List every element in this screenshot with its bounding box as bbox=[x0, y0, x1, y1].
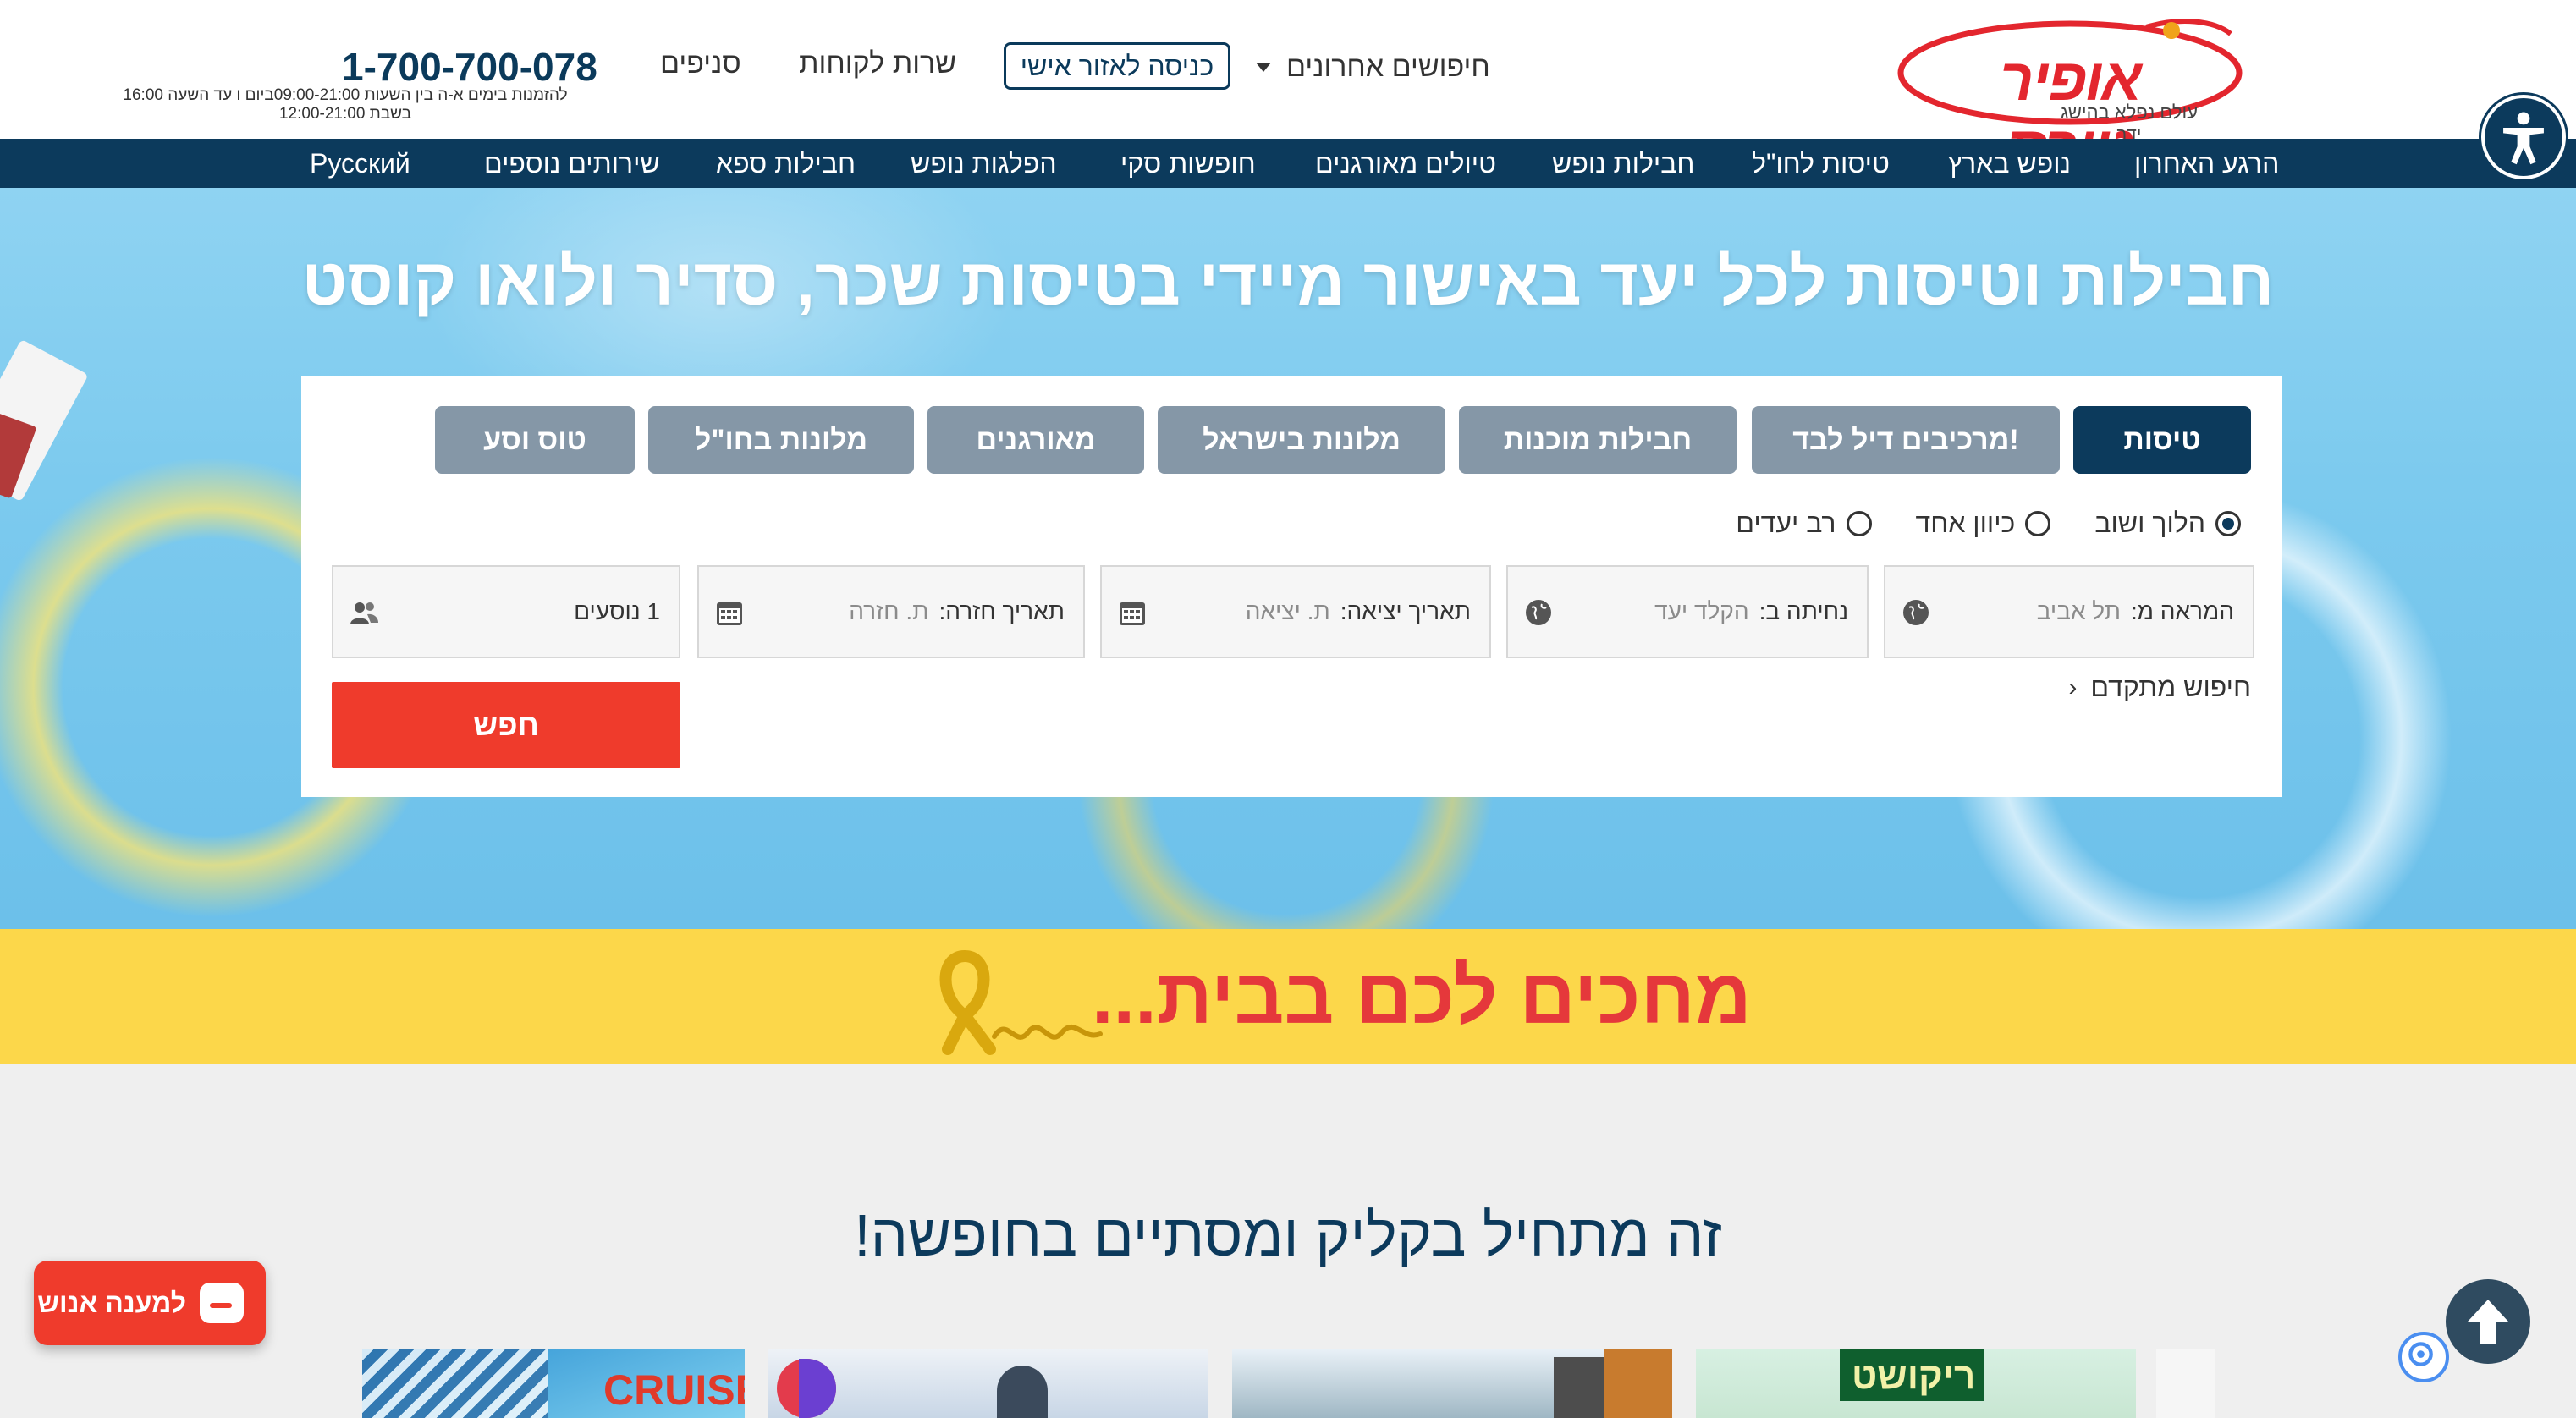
house-image bbox=[1554, 1357, 1604, 1418]
depart-date-field[interactable]: תאריך יציאה: ת. יציאה bbox=[1100, 565, 1491, 658]
passengers-value: 1 נוסעים bbox=[574, 598, 660, 624]
phone-number[interactable]: 1-700-700-078 bbox=[342, 44, 597, 90]
tab-abroad-hotels[interactable]: מלונות בחו"ל bbox=[648, 406, 914, 474]
nav-item-tours[interactable]: טיולים מאורגנים bbox=[1315, 148, 1496, 179]
tab-organized[interactable]: מאורגנים bbox=[927, 406, 1144, 474]
nav-item-more-services[interactable]: שירותים נוספים bbox=[484, 148, 660, 179]
destination-placeholder: הקלד יעד bbox=[1654, 598, 1749, 624]
chevron-down-icon bbox=[1256, 62, 1271, 72]
radio-icon[interactable] bbox=[1846, 510, 1872, 536]
section-title: זה מתחיל בקליק ומסתיים בחופשה! bbox=[854, 1202, 1722, 1268]
nav-item-flights[interactable]: טיסות לחו"ל bbox=[1752, 148, 1890, 179]
advanced-search-link[interactable]: חיפוש מתקדם ‹ bbox=[2068, 672, 2251, 703]
return-date-field[interactable]: תאריך חזרה: ת. חזרה bbox=[697, 565, 1085, 658]
chevron-left-icon: ‹ bbox=[2068, 673, 2078, 701]
depart-placeholder: ת. יציאה bbox=[1245, 598, 1330, 624]
trip-type-roundtrip[interactable]: הלוך ושוב bbox=[2094, 508, 2241, 539]
recent-searches-dropdown[interactable]: חיפושים אחרונים bbox=[1256, 47, 1490, 86]
nav-item-packages[interactable]: חבילות נופש bbox=[1552, 148, 1694, 179]
arrow-up-icon bbox=[2468, 1300, 2508, 1344]
nav-item-cruises[interactable]: הפלגות נופש bbox=[911, 148, 1057, 179]
destination-field[interactable]: נחיתה ב: הקלד יעד bbox=[1506, 565, 1869, 658]
nav-item-russian[interactable]: Русский bbox=[310, 148, 410, 179]
tab-israel-hotels[interactable]: מלונות בישראל bbox=[1158, 406, 1445, 474]
trip-type-group: הלוך ושוב כיוון אחד רב יעדים bbox=[1736, 508, 2241, 539]
customer-service-link[interactable]: שרות לקוחות bbox=[799, 47, 956, 80]
origin-value: תל אביב bbox=[2036, 598, 2121, 624]
promo-card-cruise[interactable]: CRUISE bbox=[362, 1349, 745, 1418]
nav-item-ski[interactable]: חופשות סקי bbox=[1120, 148, 1256, 179]
trip-type-label: רב יעדים bbox=[1736, 508, 1836, 538]
tree-image bbox=[1604, 1349, 1672, 1418]
depart-label: תאריך יציאה: bbox=[1340, 598, 1471, 624]
recent-searches-label: חיפושים אחרונים bbox=[1286, 50, 1490, 83]
promo-card-ricochet[interactable]: ריקושט bbox=[1696, 1349, 2136, 1418]
trip-type-oneway[interactable]: כיוון אחד bbox=[1916, 508, 2051, 539]
calendar-icon bbox=[717, 602, 742, 625]
human-chat-button[interactable]: למענה אנוש bbox=[34, 1261, 266, 1345]
return-label: תאריך חזרה: bbox=[938, 598, 1065, 624]
nav-item-last-minute[interactable]: הרגע האחרון bbox=[2134, 148, 2279, 179]
accessibility-button[interactable] bbox=[2481, 95, 2566, 179]
destination-label: נחיתה ב: bbox=[1759, 598, 1848, 624]
brand-circle-image bbox=[799, 1359, 836, 1418]
hero-section: חבילות וטיסות לכל יעד באישור מיידי בטיסו… bbox=[0, 188, 2576, 929]
globe-icon bbox=[1526, 600, 1551, 625]
tab-build-deal[interactable]: מרכיבים דיל לבד! bbox=[1752, 406, 2060, 474]
main-nav: הרגע האחרון נופש בארץ טיסות לחו"ל חבילות… bbox=[0, 139, 2576, 188]
bring-them-home-banner[interactable]: מחכים לכם בבית... bbox=[0, 929, 2576, 1064]
radio-selected-icon[interactable] bbox=[2215, 510, 2241, 536]
phone-hours-note: להזמנות בימים א-ה בין השעות 09:00-21:00ב… bbox=[118, 86, 572, 124]
calendar-icon bbox=[1120, 602, 1145, 625]
trip-type-label: הלוך ושוב bbox=[2094, 508, 2205, 538]
radio-icon[interactable] bbox=[2025, 510, 2051, 536]
promo-card-city[interactable] bbox=[768, 1349, 1208, 1418]
tab-flights[interactable]: טיסות bbox=[2073, 406, 2251, 474]
search-button[interactable]: חפש bbox=[332, 682, 680, 768]
origin-field[interactable]: המראה מ: תל אביב bbox=[1884, 565, 2254, 658]
tab-packages[interactable]: חבילות מוכנות bbox=[1459, 406, 1737, 474]
chat-icon bbox=[200, 1283, 244, 1323]
building-image bbox=[997, 1366, 1048, 1418]
ship-image bbox=[362, 1349, 548, 1418]
yellow-ribbon-icon bbox=[939, 950, 1103, 1055]
branches-link[interactable]: סניפים bbox=[660, 47, 741, 80]
hero-title: חבילות וטיסות לכל יעד באישור מיידי בטיסו… bbox=[301, 245, 2275, 319]
phone-hours-line: בשבת 12:00-21:00 bbox=[278, 105, 412, 123]
site-header: אופיר טורס עולם נפלא בהישג ידך חיפושים א… bbox=[0, 0, 2576, 180]
nav-item-spa[interactable]: חבילות ספא bbox=[716, 148, 856, 179]
banner-text: מחכים לכם בבית... bbox=[1092, 954, 1752, 1040]
accessibility-icon bbox=[2503, 112, 2544, 165]
globe-icon bbox=[1903, 600, 1929, 625]
recaptcha-badge[interactable] bbox=[2398, 1332, 2449, 1382]
search-widget: טיסות מרכיבים דיל לבד! חבילות מוכנות מלו… bbox=[301, 376, 2282, 797]
return-placeholder: ת. חזרה bbox=[849, 598, 929, 624]
tab-fly-drive[interactable]: טוס וסע bbox=[435, 406, 635, 474]
passengers-field[interactable]: 1 נוסעים bbox=[332, 565, 680, 658]
nav-item-domestic[interactable]: נופש בארץ bbox=[1948, 148, 2071, 179]
scroll-to-top-button[interactable] bbox=[2446, 1279, 2530, 1364]
origin-label: המראה מ: bbox=[2130, 598, 2234, 624]
promo-card-partial[interactable] bbox=[2156, 1349, 2215, 1418]
phone-hours-line: להזמנות בימים א-ה בין השעות 09:00-21:00ב… bbox=[123, 86, 568, 104]
advanced-search-label: חיפוש מתקדם bbox=[2090, 672, 2251, 702]
card-label: CRUISE bbox=[603, 1366, 745, 1414]
promo-card-village[interactable] bbox=[1232, 1349, 1672, 1418]
recaptcha-icon bbox=[2408, 1342, 2433, 1366]
trip-type-multi[interactable]: רב יעדים bbox=[1736, 508, 1872, 539]
users-icon bbox=[350, 602, 378, 624]
trip-type-label: כיוון אחד bbox=[1915, 508, 2016, 538]
personal-area-button[interactable]: כניסה לאזור אישי bbox=[1004, 42, 1230, 90]
site-logo[interactable]: אופיר טורס עולם נפלא בהישג ידך bbox=[1892, 8, 2248, 180]
chat-label: למענה אנוש bbox=[37, 1287, 186, 1318]
card-label: ריקושט bbox=[1852, 1355, 1976, 1397]
